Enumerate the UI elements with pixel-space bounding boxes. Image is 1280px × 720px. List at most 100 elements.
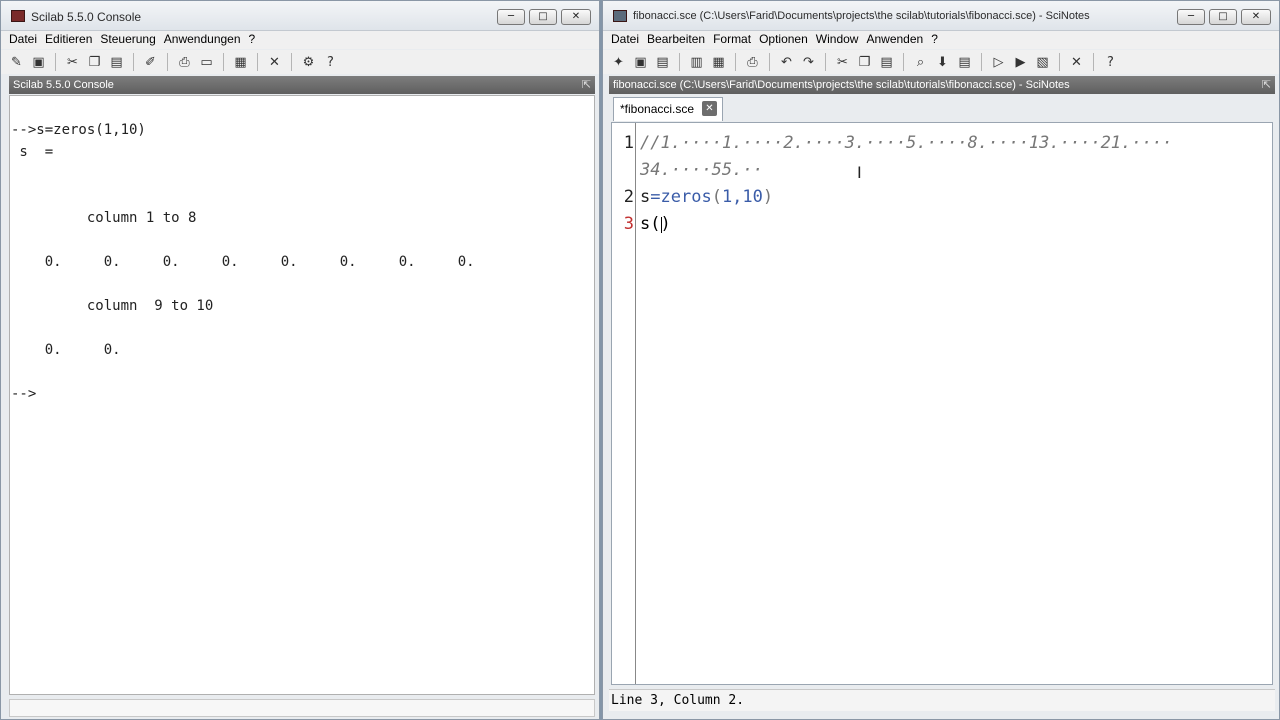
- console-toolbar: ✎ ▣ ✂ ❐ ▤ ✐ ⎙ ▭ ▦ ✕ ⚙ ?: [1, 50, 599, 74]
- load-into-scilab-icon[interactable]: ⬇: [933, 53, 952, 72]
- code-line-3: s(): [640, 214, 671, 234]
- console-output[interactable]: -->s=zeros(1,10) s = column 1 to 8 0. 0.…: [9, 95, 595, 695]
- scinotes-window-title: fibonacci.sce (C:\Users\Farid\Documents\…: [633, 10, 1090, 22]
- menu-datei[interactable]: Datei: [5, 31, 41, 49]
- code-line-1: //1.····1.····2.····3.····5.····8.····13…: [640, 133, 1173, 153]
- maximize-button[interactable]: □: [1209, 9, 1237, 25]
- scinotes-app-icon: [613, 10, 627, 22]
- minimize-button[interactable]: ─: [497, 9, 525, 25]
- save-all-icon[interactable]: ▦: [709, 53, 728, 72]
- menu-optionen[interactable]: Optionen: [755, 31, 812, 49]
- menu-help[interactable]: ?: [927, 31, 942, 49]
- menu-anwendungen[interactable]: Anwendungen: [160, 31, 245, 49]
- redo-icon[interactable]: ↷: [799, 53, 818, 72]
- code-token: zeros: [660, 187, 712, 207]
- console-menubar: Datei Editieren Steuerung Anwendungen ?: [1, 31, 599, 49]
- toolbar-separator: [257, 53, 258, 71]
- console-line: column 1 to 8: [11, 210, 197, 226]
- console-titlebar: Scilab 5.5.0 Console ─ □ ✕: [1, 1, 599, 31]
- save-icon[interactable]: ▣: [29, 53, 48, 72]
- code-token: ): [762, 187, 774, 207]
- console-line: 0. 0. 0. 0. 0. 0. 0. 0.: [11, 254, 475, 270]
- close-button[interactable]: ✕: [1241, 9, 1271, 25]
- code-token: 1,10: [721, 187, 763, 207]
- cut-icon[interactable]: ✂: [63, 53, 82, 72]
- undock-icon[interactable]: ⇱: [582, 76, 591, 94]
- menu-datei[interactable]: Datei: [607, 31, 643, 49]
- execute-file-icon[interactable]: ▤: [955, 53, 974, 72]
- new-file-icon[interactable]: ✦: [609, 53, 628, 72]
- close-tab-icon[interactable]: ✕: [702, 101, 717, 116]
- menu-window[interactable]: Window: [812, 31, 863, 49]
- menu-anwenden[interactable]: Anwenden: [862, 31, 927, 49]
- text-caret: [661, 217, 662, 233]
- code-editor[interactable]: 1 2 3 //1.····1.····2.····3.····5.····8.…: [611, 122, 1273, 685]
- help-icon[interactable]: ?: [321, 53, 340, 72]
- print-icon[interactable]: ⎙: [743, 53, 762, 72]
- scinotes-status-bar: Line 3, Column 2.: [609, 689, 1275, 711]
- run-until-caret-icon[interactable]: ▧: [1033, 53, 1052, 72]
- clear-console-icon[interactable]: ✐: [141, 53, 160, 72]
- paste-icon[interactable]: ▤: [877, 53, 896, 72]
- menu-bearbeiten[interactable]: Bearbeiten: [643, 31, 709, 49]
- console-line: s =: [11, 144, 54, 160]
- find-replace-icon[interactable]: ⌕: [911, 53, 930, 72]
- maximize-button[interactable]: □: [529, 9, 557, 25]
- help-icon[interactable]: ?: [1101, 53, 1120, 72]
- console-window: Scilab 5.5.0 Console ─ □ ✕ Datei Editier…: [0, 0, 600, 720]
- undock-icon[interactable]: ⇱: [1262, 76, 1271, 94]
- console-dock-label: Scilab 5.5.0 Console: [13, 79, 114, 91]
- page-setup-icon[interactable]: ▭: [197, 53, 216, 72]
- save-as-icon[interactable]: ▥: [687, 53, 706, 72]
- line-number: 3: [623, 214, 634, 234]
- console-prompt: -->: [11, 386, 37, 402]
- console-dock-title: Scilab 5.5.0 Console ⇱: [9, 76, 595, 94]
- variable-browser-icon[interactable]: ▦: [231, 53, 250, 72]
- toolbar-separator: [167, 53, 168, 71]
- scinotes-titlebar: fibonacci.sce (C:\Users\Farid\Documents\…: [603, 1, 1279, 31]
- line-number: 2: [623, 187, 634, 207]
- code-line-2: s=zeros(1,10): [640, 187, 773, 207]
- menu-steuerung[interactable]: Steuerung: [96, 31, 159, 49]
- open-scinotes-icon[interactable]: ✎: [7, 53, 26, 72]
- toolbar-separator: [1059, 53, 1060, 71]
- console-line: -->s=zeros(1,10): [11, 122, 146, 138]
- undo-icon[interactable]: ↶: [777, 53, 796, 72]
- print-icon[interactable]: ⎙: [175, 53, 194, 72]
- open-file-icon[interactable]: ▣: [631, 53, 650, 72]
- line-number-gutter: 1 2 3: [612, 123, 636, 684]
- copy-icon[interactable]: ❐: [85, 53, 104, 72]
- close-button[interactable]: ✕: [561, 9, 591, 25]
- console-line: column 9 to 10: [11, 298, 214, 314]
- tools-icon[interactable]: ✕: [265, 53, 284, 72]
- ibeam-cursor-icon: I: [857, 163, 862, 182]
- console-line: 0. 0.: [11, 342, 121, 358]
- menu-format[interactable]: Format: [709, 31, 755, 49]
- menu-help[interactable]: ?: [245, 31, 260, 49]
- tab-fibonacci[interactable]: *fibonacci.sce ✕: [613, 97, 723, 121]
- save-icon[interactable]: ▤: [653, 53, 672, 72]
- cut-icon[interactable]: ✂: [833, 53, 852, 72]
- module-manager-icon[interactable]: ⚙: [299, 53, 318, 72]
- copy-icon[interactable]: ❐: [855, 53, 874, 72]
- code-token: =: [650, 187, 661, 207]
- scilab-app-icon: [11, 10, 25, 22]
- tab-label: *fibonacci.sce: [620, 102, 695, 116]
- console-status-bar: [9, 699, 595, 717]
- tools-icon[interactable]: ✕: [1067, 53, 1086, 72]
- scinotes-dock-label: fibonacci.sce (C:\Users\Farid\Documents\…: [613, 79, 1070, 91]
- toolbar-separator: [769, 53, 770, 71]
- code-line-1-wrap: 34.····55.··: [640, 160, 763, 180]
- code-token: s: [640, 187, 651, 207]
- minimize-button[interactable]: ─: [1177, 9, 1205, 25]
- toolbar-separator: [1093, 53, 1094, 71]
- run-with-echo-icon[interactable]: ▶: [1011, 53, 1030, 72]
- scinotes-toolbar: ✦ ▣ ▤ ▥ ▦ ⎙ ↶ ↷ ✂ ❐ ▤ ⌕ ⬇ ▤ ▷ ▶ ▧ ✕ ?: [603, 50, 1279, 74]
- run-icon[interactable]: ▷: [989, 53, 1008, 72]
- toolbar-separator: [223, 53, 224, 71]
- menu-editieren[interactable]: Editieren: [41, 31, 96, 49]
- toolbar-separator: [133, 53, 134, 71]
- toolbar-separator: [981, 53, 982, 71]
- paste-icon[interactable]: ▤: [107, 53, 126, 72]
- toolbar-separator: [825, 53, 826, 71]
